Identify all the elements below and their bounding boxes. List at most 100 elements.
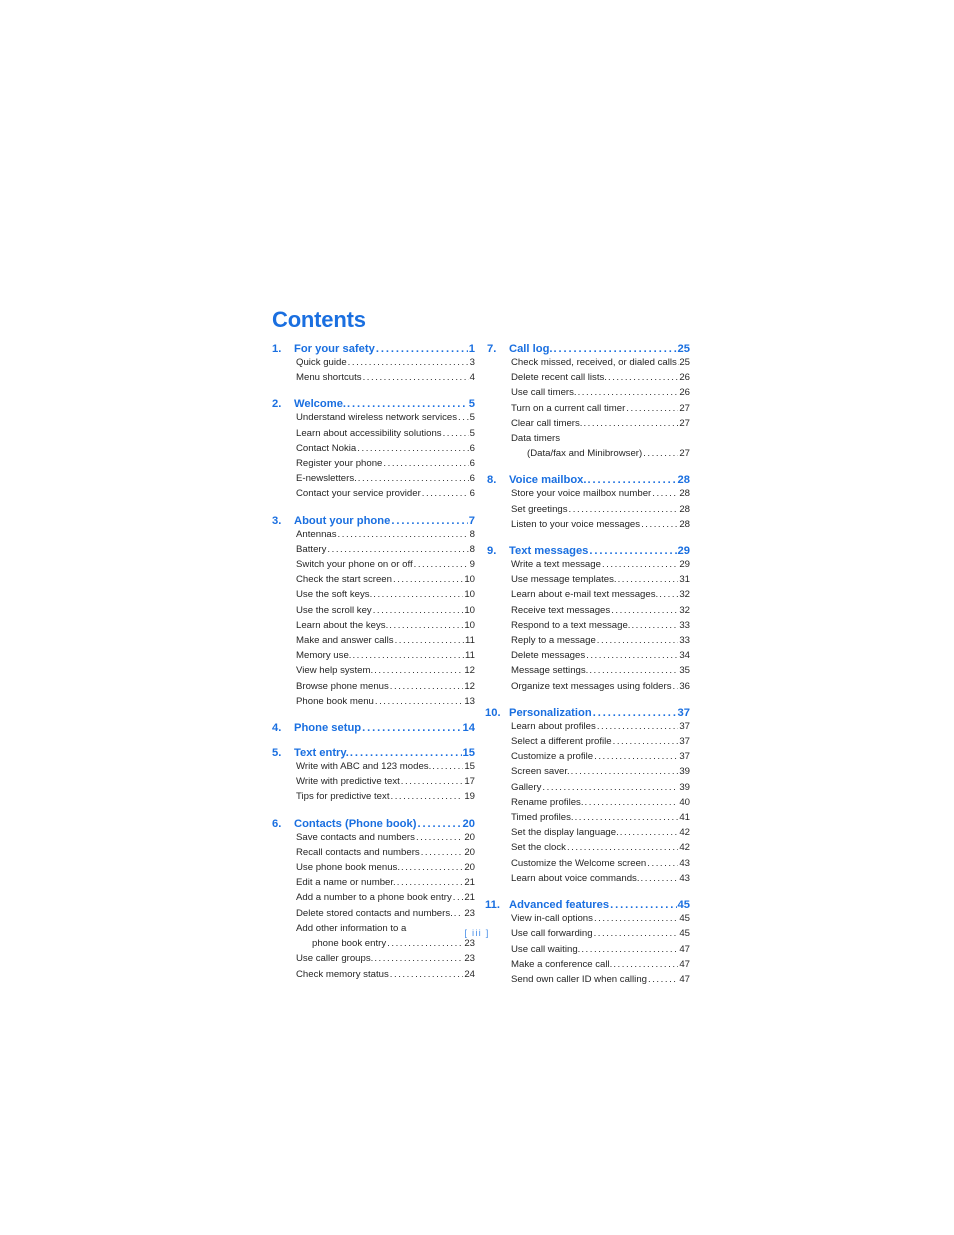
leader-dots: ........................................… [631, 619, 678, 631]
toc-entry-learn-about-profiles[interactable]: Learn about profiles....................… [487, 719, 690, 734]
entry-page-number: 10 [464, 619, 475, 631]
toc-entry-battery[interactable]: Battery.................................… [272, 542, 475, 557]
entry-label: Edit a name or number. [296, 877, 396, 889]
toc-entry-use-call-timers[interactable]: Use call timers.........................… [487, 385, 690, 400]
toc-entry-check-the-start-screen[interactable]: Check the start screen..................… [272, 572, 475, 587]
entry-page-number: 33 [679, 635, 690, 647]
toc-entry-reply-to-a-message[interactable]: Reply to a message......................… [487, 633, 690, 648]
toc-section-for-your-safety[interactable]: 1. For your safety.......................… [272, 343, 475, 355]
toc-entry-message-settings[interactable]: Message settings........................… [487, 663, 690, 678]
toc-entry-set-the-display-language[interactable]: Set the display language................… [487, 825, 690, 840]
toc-entry-respond-to-a-text-message[interactable]: Respond to a text message...............… [487, 618, 690, 633]
toc-section-advanced-features[interactable]: 11. Advanced features....................… [485, 899, 690, 912]
toc-entry-gallery[interactable]: Gallery.................................… [487, 780, 690, 795]
entry-label: (Data/fax and Minibrowser) [527, 448, 643, 460]
toc-entry-delete-recent-call-lists[interactable]: Delete recent call lists................… [487, 370, 690, 385]
toc-entry-make-and-answer-calls[interactable]: Make and answer calls...................… [272, 633, 475, 648]
toc-entry-contact-your-service-provider[interactable]: Contact your service provider...........… [272, 486, 475, 501]
toc-entry-learn-about-e-mail-text-messages[interactable]: Learn about e-mail text messages........… [487, 587, 690, 602]
toc-entry-customize-a-profile[interactable]: Customize a profile.....................… [487, 749, 690, 764]
leader-dots: ........................................… [626, 402, 678, 414]
toc-entry-understand-wireless-network-services[interactable]: Understand wireless network services....… [272, 410, 475, 425]
toc-entry-use-phone-book-menus[interactable]: Use phone book menus....................… [272, 860, 475, 875]
toc-entry-antennas[interactable]: Antennas................................… [272, 527, 475, 542]
toc-section-text-messages[interactable]: 9. Text messages.........................… [487, 545, 690, 557]
toc-entry-use-caller-groups[interactable]: Use caller groups.......................… [272, 951, 475, 966]
toc-entry-use-message-templates[interactable]: Use message templates...................… [487, 572, 690, 587]
toc-entry-set-greetings[interactable]: Set greetings...........................… [487, 502, 690, 517]
toc-entry-use-the-scroll-key[interactable]: Use the scroll key......................… [272, 603, 475, 618]
entry-page-number: 41 [679, 812, 690, 824]
section-page-number: 37 [677, 706, 690, 719]
toc-entry-set-the-clock[interactable]: Set the clock...........................… [487, 840, 690, 855]
toc-entry-learn-about-the-keys[interactable]: Learn about the keys....................… [272, 618, 475, 633]
toc-entry-customize-the-welcome-screen[interactable]: Customize the Welcome screen............… [487, 856, 690, 871]
toc-entry-timed-profiles[interactable]: Timed profiles..........................… [487, 810, 690, 825]
toc-section-contacts-phone-book[interactable]: 6. Contacts (Phone book).................… [272, 818, 475, 830]
toc-section-personalization[interactable]: 10. Personalization......................… [485, 706, 690, 719]
entry-label: Learn about the keys. [296, 619, 389, 631]
toc-entry-recall-contacts-and-numbers[interactable]: Recall contacts and numbers.............… [272, 845, 475, 860]
entry-page-number: 43 [679, 857, 690, 869]
leader-dots: ........................................… [587, 474, 677, 487]
toc-entry-save-contacts-and-numbers[interactable]: Save contacts and numbers...............… [272, 830, 475, 845]
toc-entry-contact-nokia[interactable]: Contact Nokia...........................… [272, 441, 475, 456]
toc-entry-menu-shortcuts[interactable]: Menu shortcuts..........................… [272, 370, 475, 385]
toc-section-call-log[interactable]: 7. Call log..............................… [487, 343, 690, 355]
toc-entry-store-your-voice-mailbox-number[interactable]: Store your voice mailbox number.........… [487, 486, 690, 501]
leader-dots: ........................................… [647, 857, 679, 869]
entry-page-number: 6 [469, 488, 475, 500]
leader-dots: ........................................… [542, 781, 679, 793]
entry-page-number: 8 [469, 543, 475, 555]
toc-entry-write-with-predictive-text[interactable]: Write with predictive text..............… [272, 774, 475, 789]
leader-dots: ........................................… [589, 665, 678, 677]
toc-entry-browse-phone-menus[interactable]: Browse phone menus......................… [272, 679, 475, 694]
toc-section-phone-setup[interactable]: 4. Phone setup...........................… [272, 722, 475, 734]
toc-entry-clear-call-timers[interactable]: Clear call timers.......................… [487, 416, 690, 431]
toc-entry-memory-use[interactable]: Memory use..............................… [272, 648, 475, 663]
entry-page-number: 19 [464, 791, 475, 803]
toc-entry-learn-about-voice-commands[interactable]: Learn about voice commands..............… [487, 871, 690, 886]
toc-entry-add-a-number-to-a-phone-book-entry[interactable]: Add a number to a phone book entry......… [272, 890, 475, 905]
toc-entry-make-a-conference-call[interactable]: Make a conference call..................… [487, 957, 690, 972]
toc-section-voice-mailbox[interactable]: 8. Voice mailbox.........................… [487, 474, 690, 486]
toc-section-about-your-phone[interactable]: 3. About your phone......................… [272, 515, 475, 527]
section-number: 11. [485, 899, 500, 912]
leader-dots: ........................................… [452, 892, 464, 904]
toc-entry-turn-on-a-current-call-timer[interactable]: Turn on a current call timer............… [487, 401, 690, 416]
toc-entry-data-fax-and-minibrowser[interactable]: (Data/fax and Minibrowser)..............… [487, 446, 690, 461]
toc-entry-organize-text-messages-using-folders[interactable]: Organize text messages using folders....… [487, 679, 690, 694]
toc-entry-listen-to-your-voice-messages[interactable]: Listen to your voice messages...........… [487, 517, 690, 532]
leader-dots: ........................................… [643, 448, 678, 460]
toc-entry-check-missed-received-or-dialed-calls[interactable]: Check missed, received, or dialed calls.… [487, 355, 690, 370]
entry-page-number: 40 [679, 796, 690, 808]
toc-entry-receive-text-messages[interactable]: Receive text messages...................… [487, 603, 690, 618]
toc-entry-delete-messages[interactable]: Delete messages.........................… [487, 648, 690, 663]
toc-entry-write-a-text-message[interactable]: Write a text message....................… [487, 557, 690, 572]
toc-entry-send-own-caller-id-when-calling[interactable]: Send own caller ID when calling.........… [487, 972, 690, 987]
toc-entry-use-the-soft-keys[interactable]: Use the soft keys.......................… [272, 587, 475, 602]
toc-entry-switch-your-phone-on-or-off[interactable]: Switch your phone on or off.............… [272, 557, 475, 572]
toc-entry-tips-for-predictive-text[interactable]: Tips for predictive text................… [272, 789, 475, 804]
toc-entry-learn-about-accessibility-solutions[interactable]: Learn about accessibility solutions.....… [272, 426, 475, 441]
toc-entry-write-with-abc-and-123-modes[interactable]: Write with ABC and 123 modes............… [272, 759, 475, 774]
toc-entry-edit-a-name-or-number[interactable]: Edit a name or number...................… [272, 875, 475, 890]
toc-entry-select-a-different-profile[interactable]: Select a different profile..............… [487, 734, 690, 749]
toc-entry-phone-book-menu[interactable]: Phone book menu.........................… [272, 694, 475, 709]
entry-page-number: 5 [469, 427, 475, 439]
toc-entry-use-call-waiting[interactable]: Use call waiting........................… [487, 942, 690, 957]
toc-entry-check-memory-status[interactable]: Check memory status.....................… [272, 967, 475, 982]
toc-section-welcome[interactable]: 2. Welcome...............................… [272, 398, 475, 410]
toc-entry-e-newsletters[interactable]: E-newsletters...........................… [272, 471, 475, 486]
toc-entry-rename-profiles[interactable]: Rename profiles.........................… [487, 795, 690, 810]
section-page-number: 15 [462, 747, 475, 760]
toc-entry-screen-saver[interactable]: Screen saver............................… [487, 764, 690, 779]
toc-entry-quick-guide[interactable]: Quick guide.............................… [272, 355, 475, 370]
toc-entry-view-in-call-options[interactable]: View in-call options....................… [487, 911, 690, 926]
toc-entry-data-timers[interactable]: Data timers.............................… [487, 431, 690, 446]
leader-dots: ........................................… [347, 357, 469, 368]
toc-entry-delete-stored-contacts-and-numbers[interactable]: Delete stored contacts and numbers......… [272, 906, 475, 921]
toc-entry-register-your-phone[interactable]: Register your phone.....................… [272, 456, 475, 471]
toc-entry-view-help-system[interactable]: View help system........................… [272, 663, 475, 678]
toc-section-text-entry[interactable]: 5. Text entry............................… [272, 747, 475, 759]
